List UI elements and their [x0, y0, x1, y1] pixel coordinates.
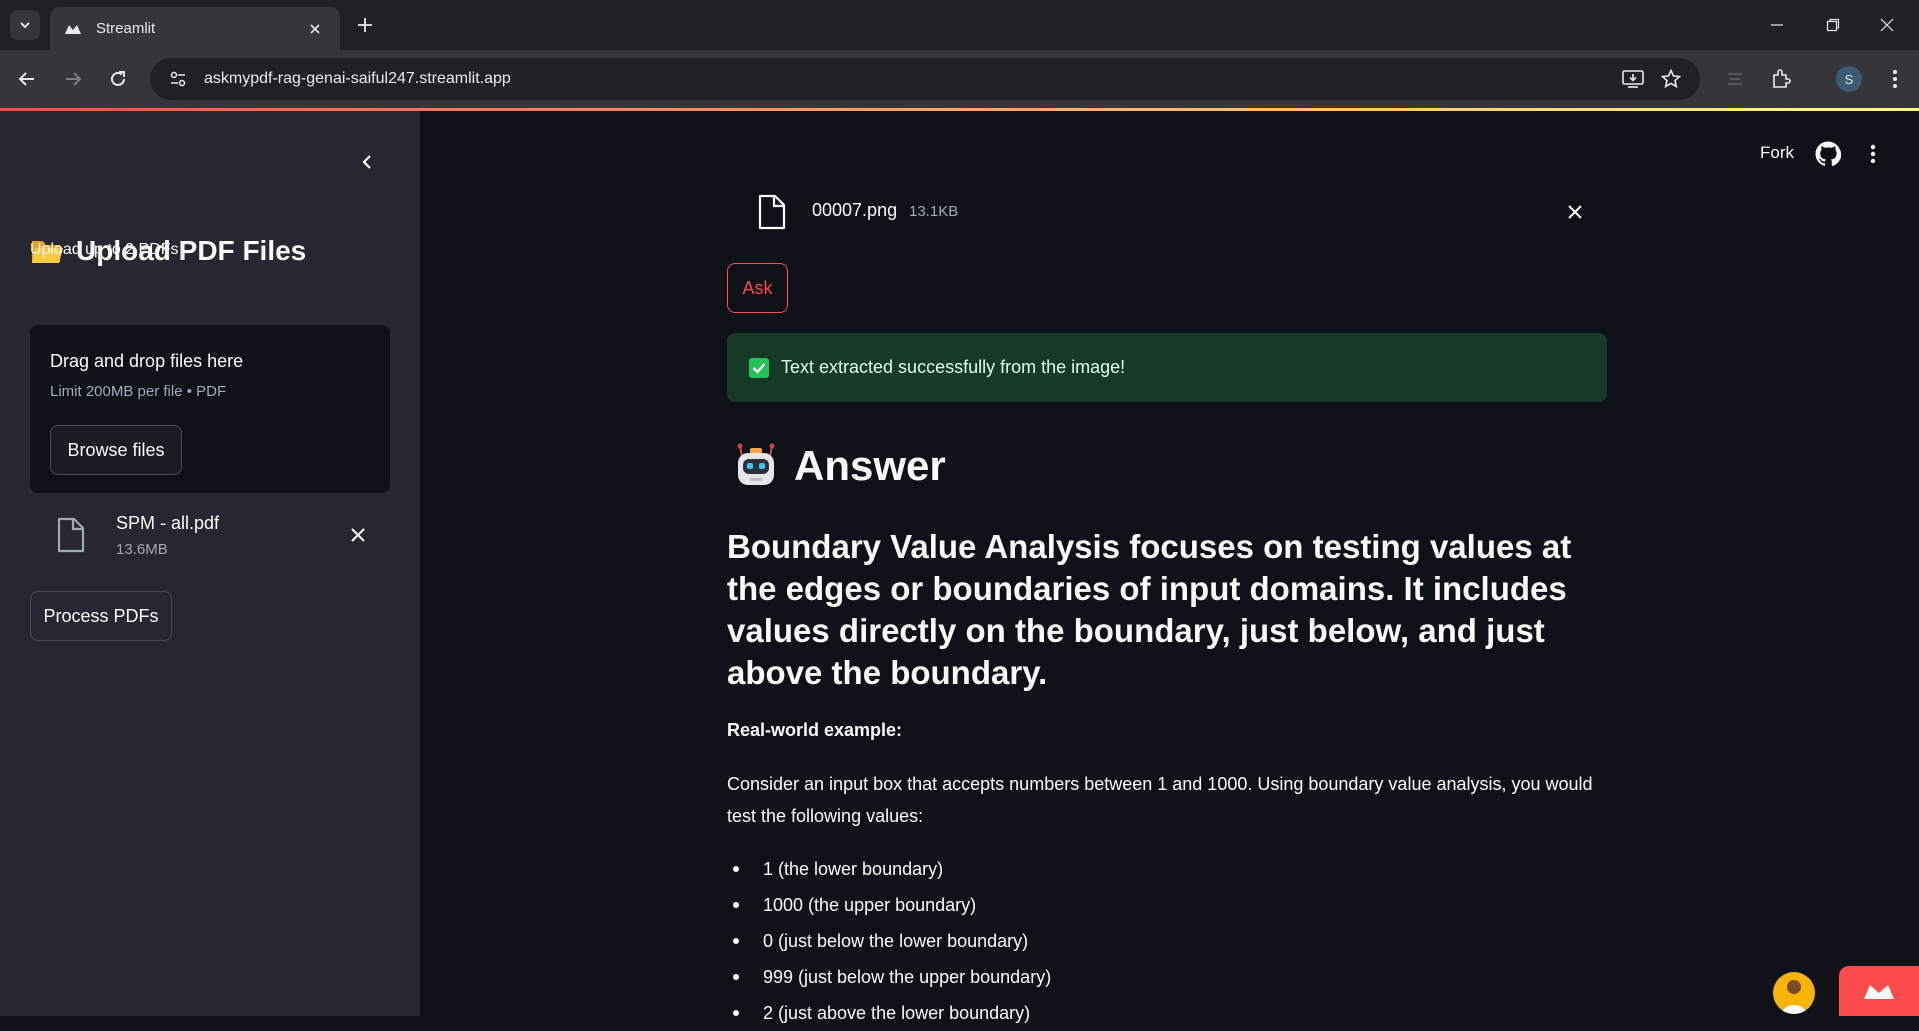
success-alert: Text extracted successfully from the ima…	[727, 333, 1607, 402]
dropzone-limit: Limit 200MB per file • PDF	[50, 383, 227, 400]
browser-tabstrip: Streamlit	[0, 0, 1919, 50]
collapse-sidebar-button[interactable]	[352, 147, 382, 177]
close-icon	[351, 528, 365, 542]
browse-files-button[interactable]: Browse files	[50, 425, 182, 475]
close-window-button[interactable]	[1872, 10, 1902, 40]
image-file-row: 00007.png 13.1KB	[727, 190, 1607, 234]
minimize-button[interactable]	[1762, 10, 1792, 40]
image-file-name: 00007.png	[812, 200, 898, 220]
file-icon	[758, 194, 786, 230]
image-file-size: 13.1KB	[909, 203, 959, 220]
site-info-icon[interactable]	[166, 67, 190, 91]
new-tab-button[interactable]	[352, 12, 378, 38]
streamlit-logo-icon	[1864, 985, 1894, 999]
check-icon	[749, 357, 769, 378]
uploaded-file-size: 13.6MB	[116, 541, 168, 558]
robot-icon	[737, 443, 775, 485]
tab-title: Streamlit	[96, 20, 156, 37]
list-item: 1000 (the upper boundary)	[727, 887, 1607, 923]
person-avatar-icon	[1782, 980, 1806, 1014]
remove-image-button[interactable]	[1561, 198, 1589, 226]
remove-file-button[interactable]	[344, 521, 372, 549]
chevron-left-icon	[362, 155, 371, 169]
close-icon	[1880, 18, 1894, 32]
example-text: Consider an input box that accepts numbe…	[727, 774, 1593, 826]
restore-button[interactable]	[1818, 10, 1848, 40]
install-icon[interactable]	[1618, 64, 1648, 94]
dropzone-title: Drag and drop files here	[50, 351, 244, 371]
profile-avatar[interactable]: S	[1836, 66, 1862, 92]
star-icon[interactable]	[1656, 64, 1686, 94]
menu-icon[interactable]	[1880, 64, 1910, 94]
close-icon	[1568, 205, 1582, 219]
list-item: 1 (the lower boundary)	[727, 851, 1607, 887]
close-icon[interactable]	[304, 18, 326, 40]
tab-search-button[interactable]	[10, 10, 40, 40]
uploaded-file-row: SPM - all.pdf 13.6MB	[30, 505, 390, 565]
uploaded-file-name: SPM - all.pdf	[116, 513, 220, 533]
reload-button[interactable]	[103, 64, 133, 94]
plus-icon	[358, 18, 372, 32]
github-icon[interactable]	[1815, 141, 1841, 167]
address-bar[interactable]: askmypdf-rag-genai-saiful247.streamlit.a…	[150, 58, 1700, 100]
app-menu-button[interactable]	[1860, 141, 1886, 167]
answer-heading: Answer	[732, 442, 946, 490]
browser-tab[interactable]: Streamlit	[50, 7, 340, 50]
back-button[interactable]	[12, 64, 42, 94]
creator-avatar[interactable]	[1773, 972, 1815, 1014]
url-text: askmypdf-rag-genai-saiful247.streamlit.a…	[204, 70, 511, 87]
back-icon	[18, 72, 34, 86]
browser-toolbar: askmypdf-rag-genai-saiful247.streamlit.a…	[0, 50, 1919, 108]
process-pdfs-button[interactable]: Process PDFs	[30, 591, 172, 641]
forward-button[interactable]	[58, 64, 88, 94]
ask-button[interactable]: Ask	[727, 263, 788, 313]
streamlit-badge[interactable]	[1839, 966, 1919, 1016]
chevron-down-icon	[20, 22, 30, 29]
list-item: 0 (just below the lower boundary)	[727, 923, 1607, 959]
fork-link[interactable]: Fork	[1760, 143, 1794, 163]
answer-heading-text: Answer	[794, 442, 946, 489]
answer-lead: Boundary Value Analysis focuses on testi…	[727, 528, 1572, 691]
extensions-icon[interactable]	[1766, 64, 1796, 94]
forward-icon	[66, 72, 82, 86]
minimize-icon	[1771, 24, 1783, 26]
streamlit-logo-icon	[64, 19, 84, 39]
menu-icon	[1870, 144, 1876, 164]
success-text: Text extracted successfully from the ima…	[781, 357, 1126, 377]
uploader-label: Upload up to 2 PDFs	[30, 241, 179, 258]
sidebar: Upload PDF Files Upload up to 2 PDFs Dra…	[0, 111, 420, 1016]
reload-icon	[111, 71, 125, 86]
list-item: 2 (just above the lower boundary)	[727, 995, 1607, 1031]
list-item: 999 (just below the upper boundary)	[727, 959, 1607, 995]
file-icon	[57, 517, 85, 553]
boundary-values-list: 1 (the lower boundary) 1000 (the upper b…	[727, 851, 1607, 1031]
reading-mode-icon[interactable]	[1720, 64, 1750, 94]
example-label: Real-world example:	[727, 720, 903, 740]
restore-icon	[1826, 18, 1840, 32]
file-dropzone[interactable]: Drag and drop files here Limit 200MB per…	[30, 325, 390, 493]
